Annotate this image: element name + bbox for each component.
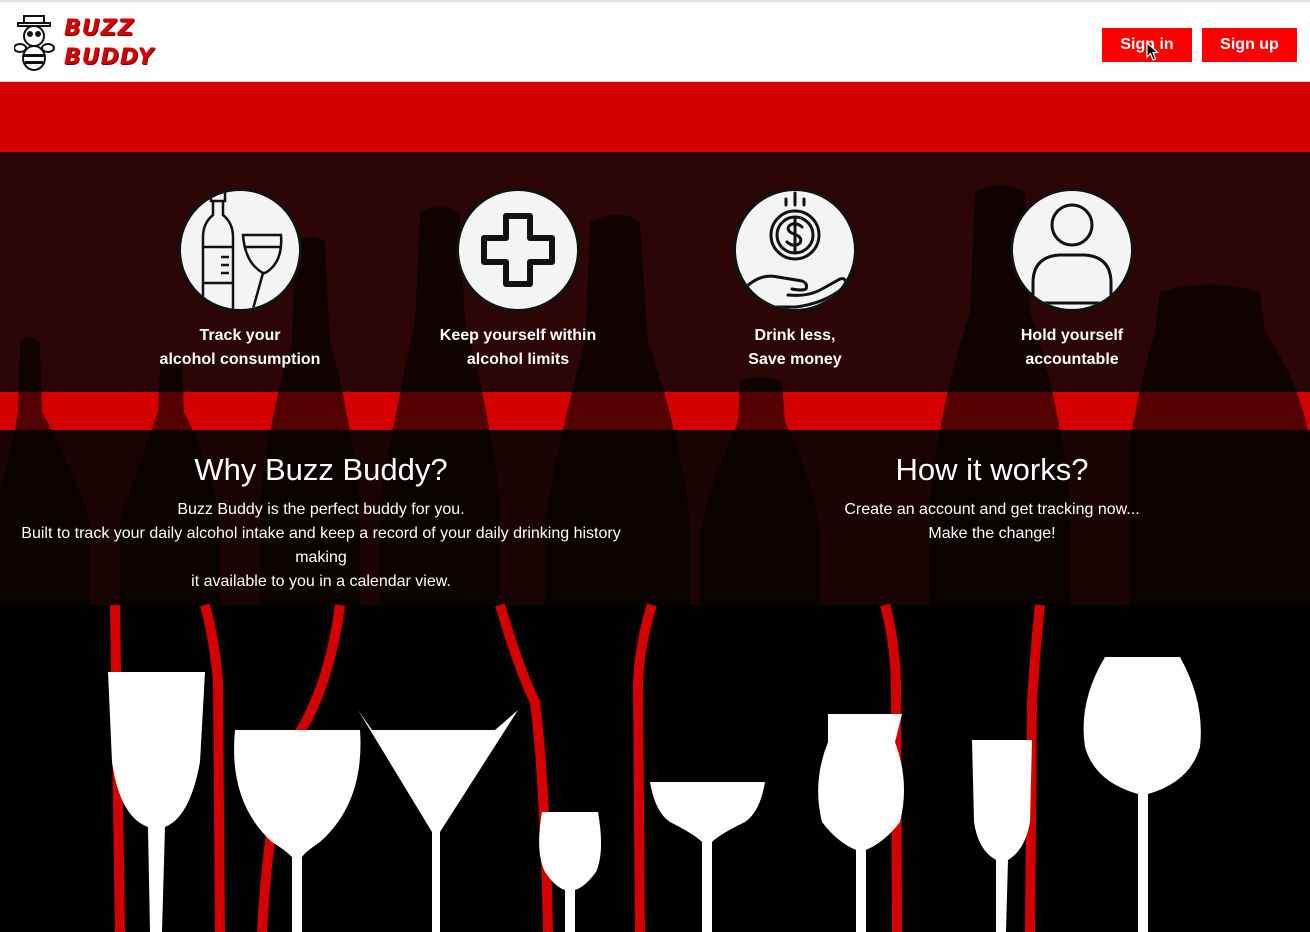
- how-heading: How it works?: [895, 452, 1089, 487]
- brand-name-line2: BUDDY: [64, 45, 155, 70]
- feature-title-line1: Keep yourself within: [439, 327, 597, 344]
- why-section: Why Buzz Buddy? Buzz Buddy is the perfec…: [0, 450, 642, 594]
- feature-within-limits: Keep yourself within alcohol limits: [398, 188, 638, 372]
- feature-icon-circle: [178, 188, 302, 312]
- bee-mascot-icon: [14, 15, 55, 71]
- sign-up-button[interactable]: Sign up: [1202, 28, 1297, 62]
- why-text-line3: it available to you in a calendar view.: [191, 573, 451, 590]
- feature-title-line2: Save money: [748, 351, 842, 368]
- mouse-cursor-icon: [1146, 42, 1160, 61]
- wine-bottle-glass-icon: [201, 191, 283, 309]
- why-heading: Why Buzz Buddy?: [194, 452, 448, 487]
- feature-icon-circle: [733, 188, 857, 312]
- medical-cross-icon: [481, 213, 555, 287]
- feature-icon-circle: [456, 188, 580, 312]
- feature-title-line1: Hold yourself: [1020, 327, 1124, 344]
- top-navbar: BUZZ BUDDY Sign in Sign up: [0, 0, 1310, 82]
- feature-title-line1: Drink less,: [754, 327, 836, 344]
- feature-title-line1: Track your: [199, 327, 281, 344]
- brand-name-line1: BUZZ: [64, 16, 135, 41]
- feature-title-line2: accountable: [1025, 351, 1119, 368]
- feature-title-line2: alcohol limits: [466, 351, 570, 368]
- why-text-line1: Buzz Buddy is the perfect buddy for you.: [177, 501, 465, 518]
- feature-save-money: Drink less, Save money: [675, 188, 915, 372]
- how-text-line2: Make the change!: [928, 525, 1056, 542]
- why-text-line2: Built to track your daily alcohol intake…: [21, 525, 621, 566]
- money-hand-icon: [744, 191, 847, 309]
- feature-title-line2: alcohol consumption: [159, 351, 321, 368]
- feature-icon-circle: [1010, 188, 1134, 312]
- how-section: How it works? Create an account and get …: [832, 450, 1152, 546]
- feature-track-consumption: Track your alcohol consumption: [120, 188, 360, 372]
- brand-logo[interactable]: BUZZ BUDDY: [14, 14, 153, 74]
- user-icon: [1031, 203, 1113, 305]
- how-text-line1: Create an account and get tracking now..…: [844, 501, 1140, 518]
- feature-accountable: Hold yourself accountable: [952, 188, 1192, 372]
